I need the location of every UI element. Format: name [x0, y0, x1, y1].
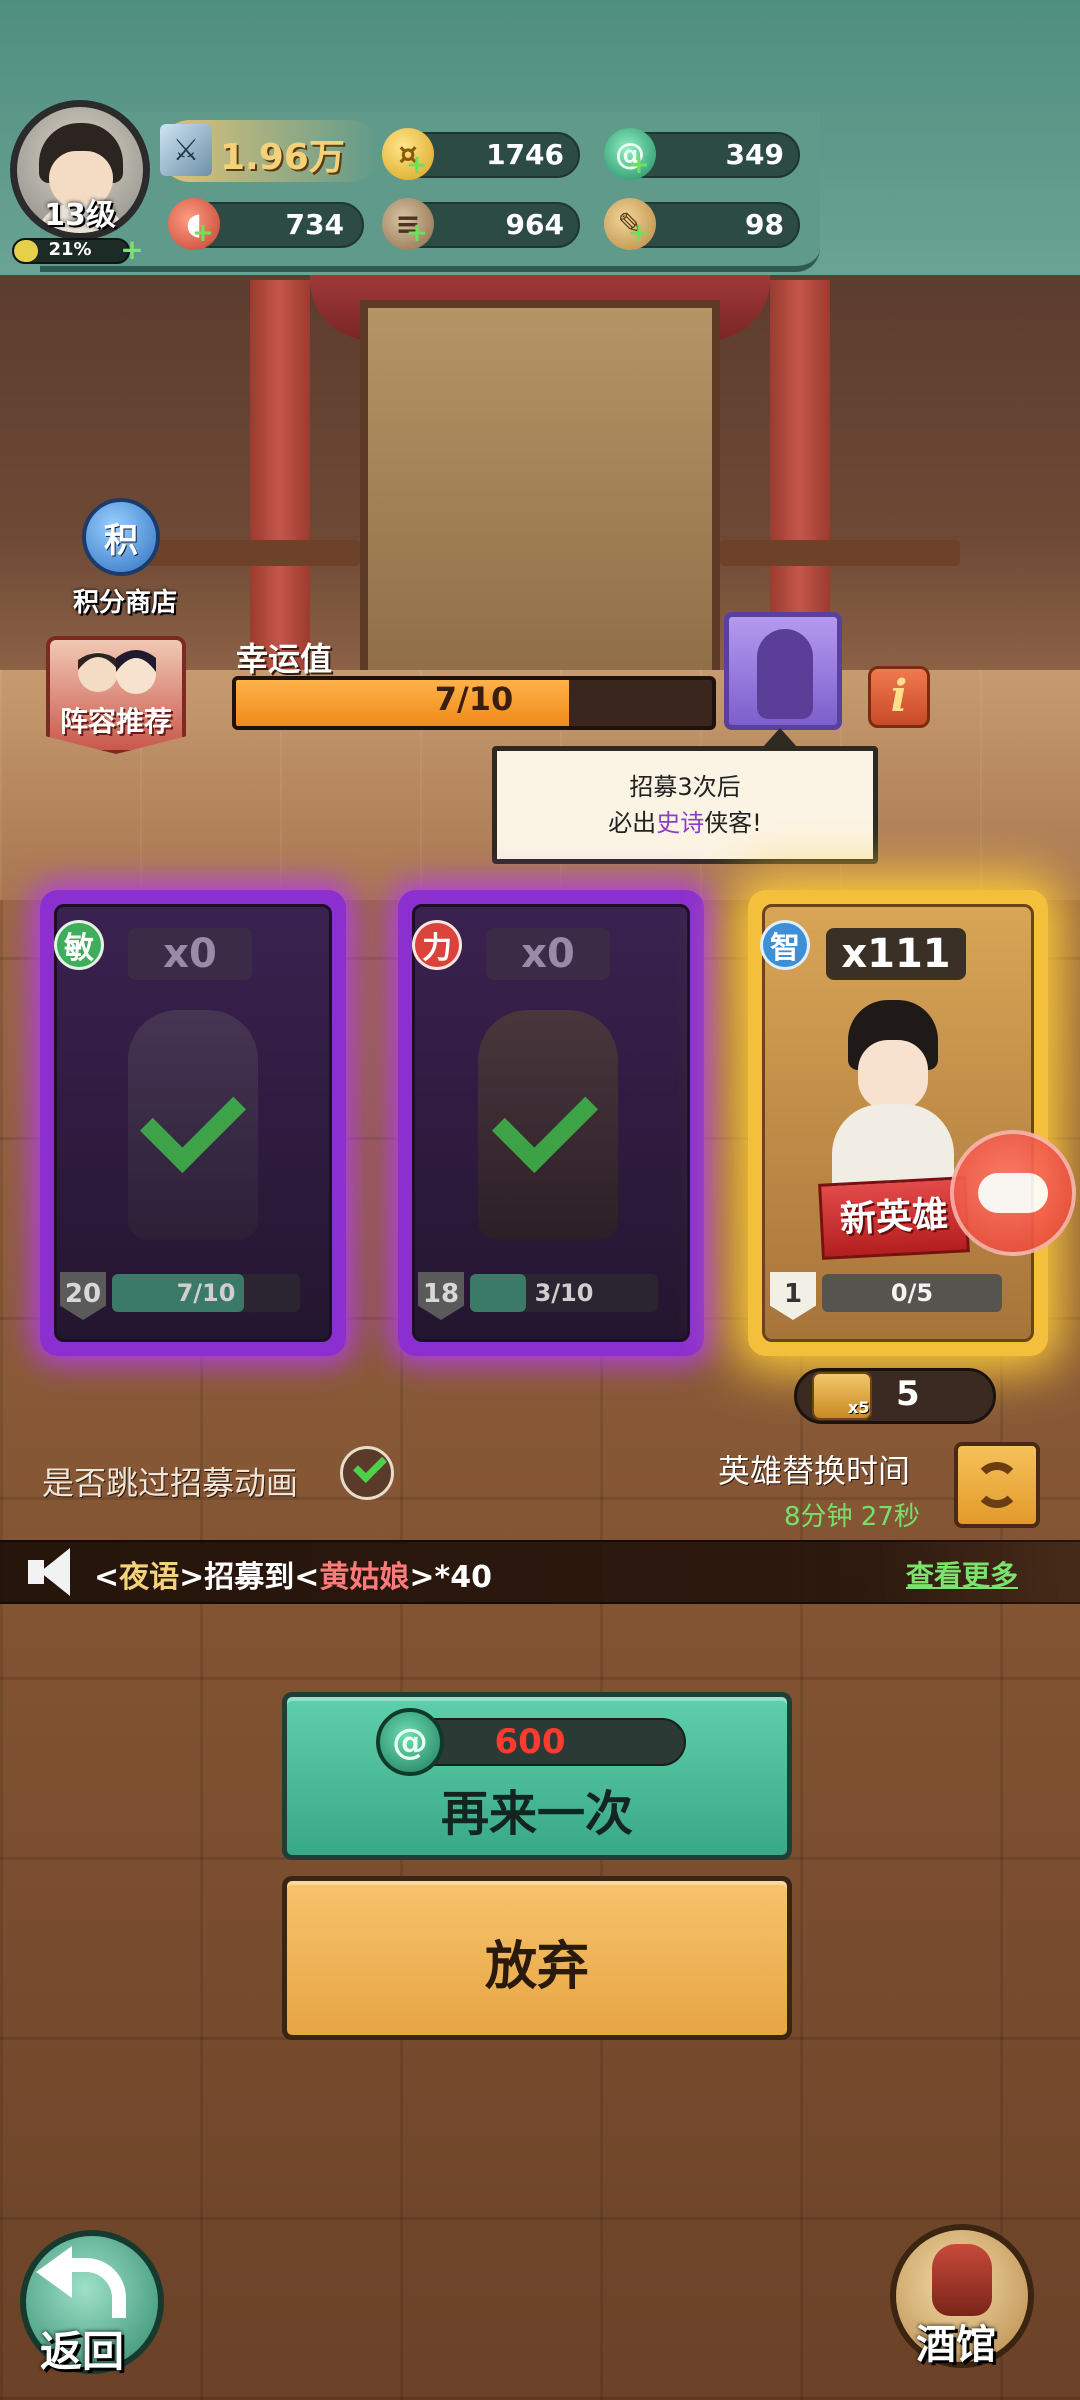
meat-value: 734: [285, 208, 344, 241]
gamepad-icon: [978, 1173, 1048, 1213]
hero-card-3[interactable]: 智 x111 1 0/5: [748, 890, 1048, 1356]
hero-count: x0: [486, 928, 610, 980]
info-button[interactable]: i: [868, 666, 930, 728]
tooltip-line-1: 招募3次后: [629, 773, 741, 801]
attr-badge-strength: 力: [412, 920, 462, 970]
lineup-characters-icon: [78, 650, 156, 694]
exp-bar-fill: [14, 240, 38, 262]
check-icon: [353, 1449, 387, 1483]
hero-count: x0: [128, 928, 252, 980]
combat-power: 1.96万: [220, 137, 345, 178]
bc-open: <: [94, 1560, 120, 1595]
hero-swap-countdown: 8分钟 27秒: [784, 1502, 920, 1532]
recruit-cost: 600: [494, 1722, 566, 1762]
luck-tooltip: 招募3次后 必出史诗侠客!: [492, 746, 878, 864]
tooltip-line-2: 必出史诗侠客!: [497, 805, 873, 841]
attr-badge-text: 敏: [64, 931, 94, 966]
hero-count: x111: [826, 928, 966, 980]
exp-percent: 21%: [48, 239, 92, 260]
jade-plus-icon[interactable]: +: [628, 150, 650, 180]
sword-icon: ⚔: [160, 124, 212, 176]
luck-progress-text: 7/10: [434, 680, 514, 718]
hero-silhouette-icon: [757, 629, 813, 719]
view-more-link[interactable]: 查看更多: [906, 1554, 1018, 1594]
jade-value: 349: [725, 138, 784, 171]
hero-swap-title: 英雄替换时间: [718, 1452, 911, 1490]
bc-player-name: 夜语: [119, 1560, 180, 1595]
recruit-again-label: 再来一次: [440, 1786, 633, 1842]
gamepad-float-button[interactable]: [950, 1130, 1076, 1256]
give-up-label: 放弃: [484, 1937, 589, 1997]
skip-animation-checkbox[interactable]: [340, 1446, 394, 1500]
attr-badge-text: 智: [770, 931, 800, 966]
hero-shard-text: 0/5: [890, 1279, 934, 1307]
back-label: 返回: [40, 2327, 125, 2376]
hero-card-1[interactable]: 敏 x0 20 7/10: [40, 890, 346, 1356]
luck-title: 幸运值: [236, 640, 333, 678]
meat-plus-icon[interactable]: +: [192, 218, 214, 248]
scroll-value: 98: [745, 208, 784, 241]
attr-badge-intellect: 智: [760, 920, 810, 970]
speaker-icon: [22, 1548, 80, 1596]
ticket-count: 5: [896, 1374, 920, 1414]
tooltip-suffix: 侠客!: [704, 809, 762, 837]
wood-plus-icon[interactable]: +: [406, 218, 428, 248]
bc-mid: >招募到<: [179, 1560, 320, 1595]
wine-jar-icon: [932, 2244, 992, 2316]
broadcast-message: <夜语>招募到<黄姑娘>*40: [94, 1552, 492, 1596]
table-right: [720, 540, 960, 566]
points-shop-icon[interactable]: 积: [82, 498, 160, 576]
skip-animation-label: 是否跳过招募动画: [42, 1464, 299, 1502]
attr-badge-agility: 敏: [54, 920, 104, 970]
ticket-multiplier: x5: [848, 1398, 870, 1417]
tavern-label: 酒馆: [916, 2322, 996, 2368]
coin-value: 1746: [486, 138, 564, 171]
hero-shard-text: 7/10: [176, 1279, 236, 1307]
back-arrow-head: [36, 2246, 72, 2298]
bc-hero-name: 黄姑娘: [319, 1560, 410, 1595]
new-hero-badge: 新英雄: [818, 1176, 970, 1260]
attr-badge-text: 力: [422, 931, 452, 966]
tooltip-epic-text: 史诗: [656, 809, 705, 837]
wood-value: 964: [505, 208, 564, 241]
exp-plus-icon[interactable]: +: [118, 236, 146, 264]
lineup-recommend-label: 阵容推荐: [59, 705, 172, 738]
player-level: 13级: [44, 198, 116, 233]
tooltip-prefix: 必出: [608, 809, 657, 837]
refresh-icon: [974, 1462, 1020, 1508]
back-wall: [360, 300, 720, 700]
epic-hero-silhouette-card[interactable]: [724, 612, 842, 730]
refresh-button[interactable]: [954, 1442, 1040, 1528]
scroll-plus-icon[interactable]: +: [628, 218, 650, 248]
points-shop-label[interactable]: 积分商店: [50, 582, 200, 619]
hero-shard-text: 3/10: [534, 1279, 594, 1307]
coin-plus-icon[interactable]: +: [406, 150, 428, 180]
hero-card-2[interactable]: 力 x0 18 3/10: [398, 890, 704, 1356]
tooltip-arrow: [762, 728, 798, 748]
bc-suffix: >*40: [409, 1560, 492, 1595]
